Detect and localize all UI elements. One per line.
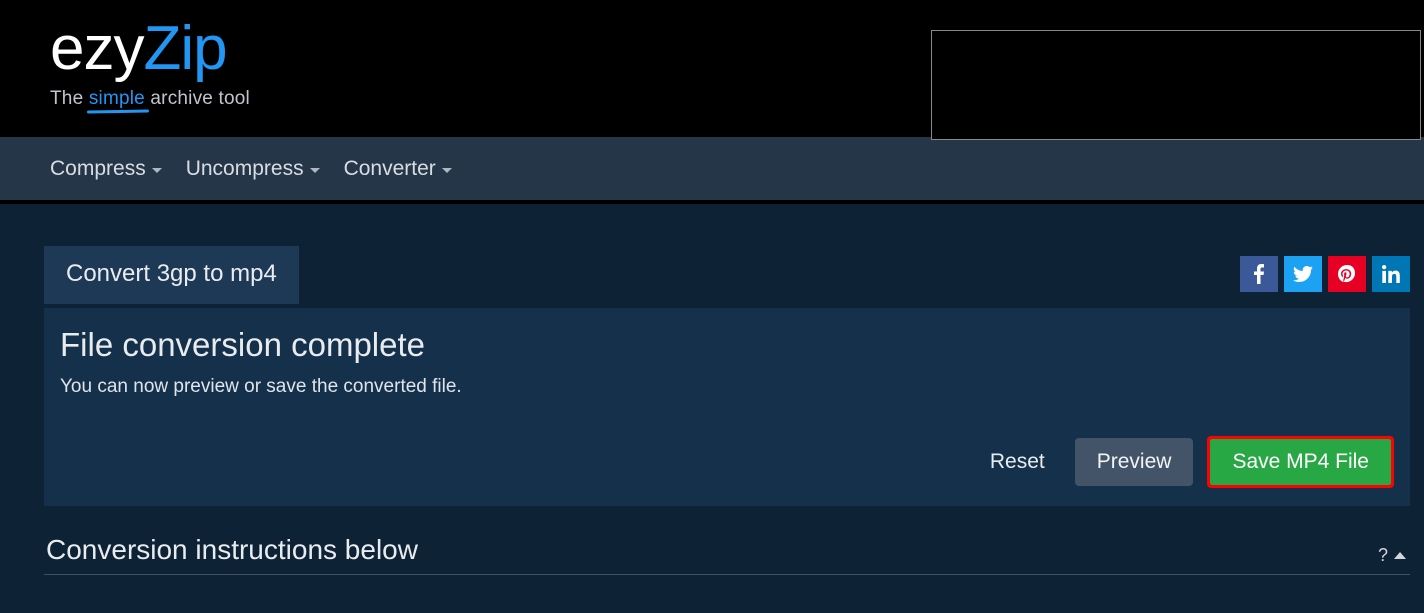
tagline-simple: simple (89, 88, 145, 109)
share-linkedin[interactable] (1372, 256, 1410, 292)
logo[interactable]: ezyZip (50, 18, 250, 80)
tagline: The simple archive tool (50, 88, 250, 110)
main-content: Convert 3gp to mp4 File conversion compl… (0, 204, 1424, 575)
linkedin-icon (1382, 265, 1400, 283)
nav-uncompress-label: Uncompress (186, 157, 304, 181)
nav-converter-label: Converter (344, 157, 436, 181)
panel-subtext: You can now preview or save the converte… (60, 376, 1394, 398)
share-facebook[interactable] (1240, 256, 1278, 292)
tagline-suffix: archive tool (145, 88, 250, 109)
share-twitter[interactable] (1284, 256, 1322, 292)
instructions-row: Conversion instructions below ? (44, 534, 1410, 575)
nav-compress-label: Compress (50, 157, 146, 181)
twitter-icon (1293, 266, 1313, 282)
nav-compress[interactable]: Compress (50, 157, 162, 181)
tab-convert[interactable]: Convert 3gp to mp4 (44, 246, 299, 304)
navbar: Compress Uncompress Converter (0, 136, 1424, 204)
top-row: Convert 3gp to mp4 (44, 246, 1410, 304)
instructions-title: Conversion instructions below (44, 534, 418, 566)
panel-heading: File conversion complete (60, 326, 1394, 364)
share-pinterest[interactable] (1328, 256, 1366, 292)
header: ezyZip The simple archive tool (0, 0, 1424, 136)
button-row: Reset Preview Save MP4 File (60, 436, 1394, 488)
save-button-highlight: Save MP4 File (1207, 436, 1394, 488)
pinterest-icon (1338, 265, 1356, 283)
preview-button[interactable]: Preview (1075, 438, 1194, 486)
logo-part-zip: Zip (143, 14, 226, 83)
reset-button[interactable]: Reset (974, 440, 1061, 484)
chevron-down-icon (442, 168, 452, 173)
nav-uncompress[interactable]: Uncompress (186, 157, 320, 181)
help-question-icon: ? (1378, 545, 1388, 566)
tab-label: Convert 3gp to mp4 (66, 260, 277, 287)
save-button[interactable]: Save MP4 File (1210, 439, 1391, 485)
chevron-up-icon (1394, 552, 1406, 559)
help-toggle[interactable]: ? (1378, 545, 1406, 566)
logo-part-ezy: ezy (50, 14, 143, 83)
chevron-down-icon (152, 168, 162, 173)
ad-placeholder (931, 30, 1421, 140)
conversion-panel: File conversion complete You can now pre… (44, 308, 1410, 506)
facebook-icon (1254, 264, 1264, 284)
share-row (1240, 256, 1410, 292)
tagline-prefix: The (50, 88, 89, 109)
logo-block: ezyZip The simple archive tool (50, 18, 250, 110)
nav-converter[interactable]: Converter (344, 157, 452, 181)
chevron-down-icon (310, 168, 320, 173)
